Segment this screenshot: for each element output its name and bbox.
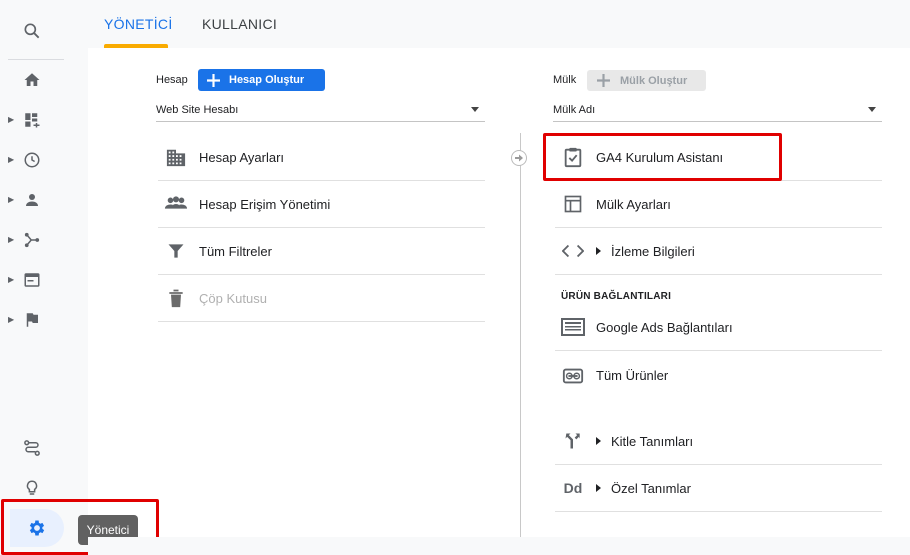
- create-property-button[interactable]: Mülk Oluştur: [587, 70, 706, 91]
- audience-definitions-item[interactable]: Kitle Tanımları: [555, 418, 882, 465]
- property-column-label: Mülk: [553, 74, 577, 86]
- building-icon: [164, 145, 188, 169]
- all-filters-item[interactable]: Tüm Filtreler: [158, 228, 485, 275]
- fork-icon: [561, 429, 585, 453]
- column-divider: [520, 133, 521, 538]
- layout-icon: [561, 192, 585, 216]
- dd-icon: Dd: [563, 480, 583, 496]
- dropdown-arrow-icon: [471, 107, 479, 112]
- people-icon: [164, 192, 188, 216]
- link-icon: [561, 364, 585, 388]
- code-icon: [561, 239, 585, 263]
- create-account-label: Hesap Oluştur: [229, 74, 305, 86]
- home-icon[interactable]: [20, 68, 44, 92]
- trash-label: Çöp Kutusu: [199, 290, 267, 306]
- account-settings-item[interactable]: Hesap Ayarları: [158, 134, 485, 181]
- account-settings-label: Hesap Ayarları: [199, 149, 285, 165]
- custom-definitions-item[interactable]: Dd Özel Tanımlar: [555, 465, 882, 512]
- person-icon[interactable]: [20, 188, 44, 212]
- tab-kullanici[interactable]: KULLANICI: [202, 0, 277, 48]
- trash-item[interactable]: Çöp Kutusu: [158, 275, 485, 322]
- tab-yonetici[interactable]: YÖNETİCİ: [104, 0, 173, 48]
- highlight-box-ga4: [543, 133, 782, 181]
- all-products-item[interactable]: Tüm Ürünler: [555, 352, 882, 399]
- audience-definitions-label: Kitle Tanımları: [611, 433, 694, 449]
- plus-icon: [597, 74, 610, 87]
- acquisition-icon[interactable]: [20, 228, 44, 252]
- property-settings-item[interactable]: Mülk Ayarları: [555, 181, 882, 228]
- sidebar-divider: [8, 59, 64, 60]
- create-account-button[interactable]: Hesap Oluştur: [198, 69, 325, 91]
- custom-definitions-label: Özel Tanımlar: [611, 480, 691, 496]
- expand-triangle-icon: [596, 437, 601, 445]
- account-access-management-item[interactable]: Hesap Erişim Yönetimi: [158, 181, 485, 228]
- trash-icon: [164, 286, 188, 310]
- bottom-strip: [88, 537, 910, 555]
- top-tab-bar: YÖNETİCİ KULLANICI: [88, 0, 910, 48]
- plus-icon: [207, 73, 220, 87]
- left-sidebar: ▶ ▶ ▶ ▶ ▶ ▶: [0, 0, 88, 555]
- expand-caret-icon[interactable]: ▶: [8, 115, 14, 125]
- filter-icon: [164, 239, 188, 263]
- google-ads-links-item[interactable]: Google Ads Bağlantıları: [555, 304, 882, 351]
- property-settings-label: Mülk Ayarları: [596, 196, 671, 212]
- customization-icon[interactable]: [20, 108, 44, 132]
- search-icon[interactable]: [20, 19, 44, 43]
- clock-icon[interactable]: [20, 148, 44, 172]
- account-select-value: Web Site Hesabı: [156, 103, 239, 116]
- expand-caret-icon[interactable]: ▶: [8, 275, 14, 285]
- all-products-label: Tüm Ürünler: [596, 368, 669, 383]
- attribution-icon[interactable]: [20, 436, 44, 460]
- account-column-label: Hesap: [156, 74, 188, 86]
- account-access-management-label: Hesap Erişim Yönetimi: [199, 196, 331, 212]
- property-select-value: Mülk Adı: [553, 103, 596, 116]
- behavior-icon[interactable]: [20, 268, 44, 292]
- expand-caret-icon[interactable]: ▶: [8, 155, 14, 165]
- expand-caret-icon[interactable]: ▶: [8, 235, 14, 245]
- create-property-label: Mülk Oluştur: [620, 74, 688, 87]
- arrow-right-icon: [511, 150, 527, 166]
- account-select[interactable]: Web Site Hesabı: [156, 98, 485, 122]
- tracking-info-item[interactable]: İzleme Bilgileri: [555, 228, 882, 275]
- product-links-heading: ÜRÜN BAĞLANTILARI: [561, 291, 672, 302]
- ads-icon: [561, 315, 585, 339]
- lightbulb-icon[interactable]: [20, 476, 44, 500]
- flag-icon[interactable]: [20, 308, 44, 332]
- expand-caret-icon[interactable]: ▶: [8, 315, 14, 325]
- dropdown-arrow-icon: [868, 107, 876, 112]
- tracking-info-label: İzleme Bilgileri: [611, 243, 695, 259]
- property-select[interactable]: Mülk Adı: [553, 98, 882, 122]
- expand-triangle-icon: [596, 247, 601, 255]
- google-ads-links-label: Google Ads Bağlantıları: [596, 319, 733, 335]
- active-tab-indicator: [104, 44, 168, 48]
- expand-triangle-icon: [596, 484, 601, 492]
- all-filters-label: Tüm Filtreler: [199, 243, 272, 259]
- expand-caret-icon[interactable]: ▶: [8, 195, 14, 205]
